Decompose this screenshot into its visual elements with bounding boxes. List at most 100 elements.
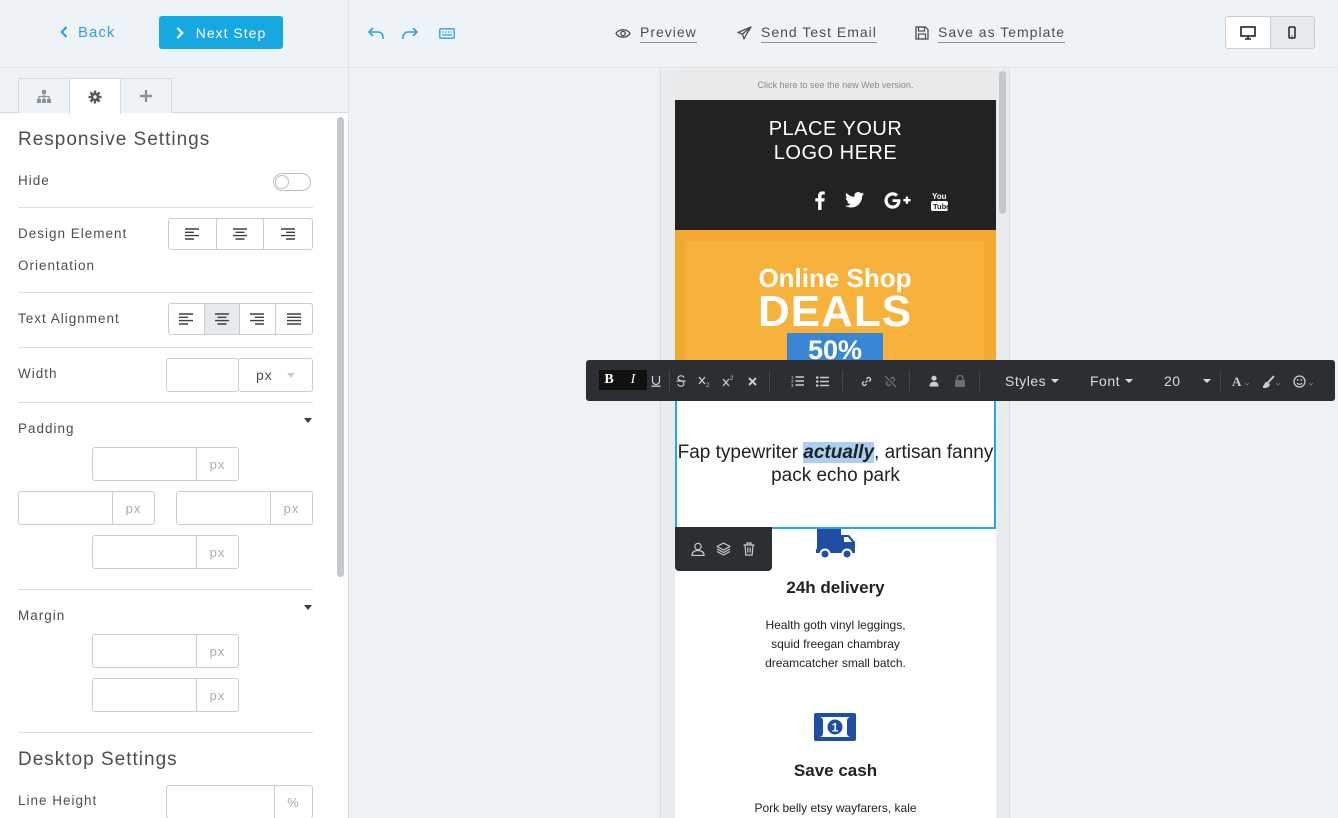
text-alignment-group xyxy=(168,303,313,335)
next-step-button[interactable]: Next Step xyxy=(159,16,283,49)
keyboard-shortcuts-button[interactable] xyxy=(436,22,458,44)
text-align-justify-button[interactable] xyxy=(276,304,312,334)
line-height-input[interactable]: % xyxy=(166,785,313,818)
back-button[interactable]: Back xyxy=(60,16,130,48)
text-block-content[interactable]: Fap typewriter actually, artisan fanny p… xyxy=(677,441,994,487)
deals-banner[interactable]: Online Shop DEALS 50% xyxy=(675,230,996,366)
font-dropdown[interactable]: Font xyxy=(1090,371,1134,391)
desktop-view-button[interactable] xyxy=(1226,17,1270,48)
toolbar-separator xyxy=(842,370,843,391)
preview-button[interactable]: Preview xyxy=(615,22,697,44)
bold-button[interactable]: B xyxy=(599,370,619,390)
unit-label: px xyxy=(196,536,238,568)
logo-placeholder: PLACE YOUR LOGO HERE xyxy=(768,118,903,164)
underline-button[interactable] xyxy=(650,372,662,390)
padding-top-input[interactable]: px xyxy=(92,447,239,481)
width-label: Width xyxy=(18,366,58,381)
svg-text:You: You xyxy=(932,192,947,201)
facebook-icon[interactable] xyxy=(814,190,826,210)
padding-bottom-input[interactable]: px xyxy=(92,535,239,569)
merge-tag-button[interactable] xyxy=(928,372,940,390)
text-align-center-button[interactable] xyxy=(204,304,240,334)
font-label: Font xyxy=(1090,373,1121,389)
user-icon xyxy=(691,542,705,556)
email-header-block[interactable]: PLACE YOUR LOGO HERE YouTube xyxy=(675,100,996,230)
styles-dropdown[interactable]: Styles xyxy=(1005,371,1060,391)
width-unit-select[interactable]: px xyxy=(238,358,313,392)
strikethrough-button[interactable] xyxy=(675,372,687,390)
text-align-left-button[interactable] xyxy=(169,304,205,334)
font-size-dropdown[interactable]: 20 xyxy=(1164,371,1211,391)
google-plus-icon[interactable] xyxy=(883,190,911,210)
highlighted-word: actually xyxy=(803,442,875,463)
divider xyxy=(18,207,313,208)
strikethrough-icon xyxy=(676,375,686,387)
margin-top-input[interactable]: px xyxy=(92,634,239,668)
editor-toolbar: Preview Send Test Email Save as Template xyxy=(349,0,1338,68)
save-as-template-button[interactable]: Save as Template xyxy=(915,22,1066,44)
superscript-icon: 2 xyxy=(722,376,734,387)
desktop-icon xyxy=(1239,25,1256,40)
email-scrollbar[interactable] xyxy=(999,71,1006,214)
settings-panel: Responsive Settings Hide Design Element … xyxy=(0,113,334,818)
sitemap-icon xyxy=(37,89,51,103)
orientation-center-button[interactable] xyxy=(217,219,265,249)
text-alignment-label: Text Alignment xyxy=(18,311,120,326)
clear-formatting-button[interactable] xyxy=(746,372,758,390)
text-align-right-button[interactable] xyxy=(240,304,276,334)
background-color-button[interactable] xyxy=(1262,372,1282,390)
padding-left-input[interactable]: px xyxy=(18,491,155,525)
hide-toggle[interactable] xyxy=(273,173,311,191)
unordered-list-button[interactable] xyxy=(815,372,829,390)
web-version-link[interactable]: Click here to see the new Web version. xyxy=(675,69,996,100)
mobile-view-button[interactable] xyxy=(1269,17,1314,48)
font-size-value: 20 xyxy=(1164,373,1181,389)
svg-text:2: 2 xyxy=(706,383,710,387)
emoji-button[interactable] xyxy=(1292,372,1316,390)
redo-button[interactable] xyxy=(399,22,421,44)
align-left-icon xyxy=(185,228,200,240)
superscript-button[interactable]: 2 xyxy=(721,372,735,390)
brush-icon xyxy=(1263,374,1281,388)
link-button[interactable] xyxy=(859,372,873,390)
send-test-email-label: Send Test Email xyxy=(761,24,877,43)
margin-bottom-input[interactable]: px xyxy=(92,678,239,712)
undo-button[interactable] xyxy=(365,22,387,44)
unit-label: % xyxy=(274,786,312,818)
margin-collapse-icon[interactable] xyxy=(304,605,312,610)
padding-right-input[interactable]: px xyxy=(176,491,313,525)
gear-icon xyxy=(88,90,102,103)
tab-add[interactable] xyxy=(120,78,172,113)
desktop-settings-title: Desktop Settings xyxy=(18,749,178,770)
unlink-button[interactable] xyxy=(883,372,897,390)
unit-label: px xyxy=(196,448,238,480)
special-link-button[interactable] xyxy=(953,372,967,390)
sidebar-scrollbar[interactable] xyxy=(337,117,344,577)
width-input[interactable] xyxy=(166,358,239,392)
subscript-button[interactable]: 2 xyxy=(697,372,711,390)
ordered-list-button[interactable]: 123 xyxy=(790,372,804,390)
svg-text:A: A xyxy=(1232,375,1242,388)
unit-label: px xyxy=(270,492,312,524)
youtube-icon[interactable]: YouTube xyxy=(930,190,948,212)
chevron-down-icon xyxy=(1051,379,1060,383)
text-color-button[interactable]: A xyxy=(1231,372,1251,390)
banner-inner: Online Shop DEALS 50% xyxy=(686,241,984,366)
unit-label: px xyxy=(196,679,238,711)
emoji-icon xyxy=(1293,374,1314,388)
padding-collapse-icon[interactable] xyxy=(304,418,312,423)
italic-button[interactable]: I xyxy=(619,370,647,390)
duplicate-block-button[interactable] xyxy=(714,540,732,558)
paper-plane-icon xyxy=(737,26,752,40)
send-test-email-button[interactable]: Send Test Email xyxy=(737,22,877,44)
twitter-icon[interactable] xyxy=(844,190,864,210)
orientation-right-button[interactable] xyxy=(264,219,312,249)
tab-settings[interactable] xyxy=(69,78,121,114)
tab-structure[interactable] xyxy=(18,78,70,113)
orientation-left-button[interactable] xyxy=(169,219,217,249)
delete-block-button[interactable] xyxy=(740,540,758,558)
svg-text:3: 3 xyxy=(791,383,794,387)
user-visibility-button[interactable] xyxy=(689,540,707,558)
preview-label: Preview xyxy=(640,24,697,43)
svg-text:2: 2 xyxy=(730,376,734,382)
